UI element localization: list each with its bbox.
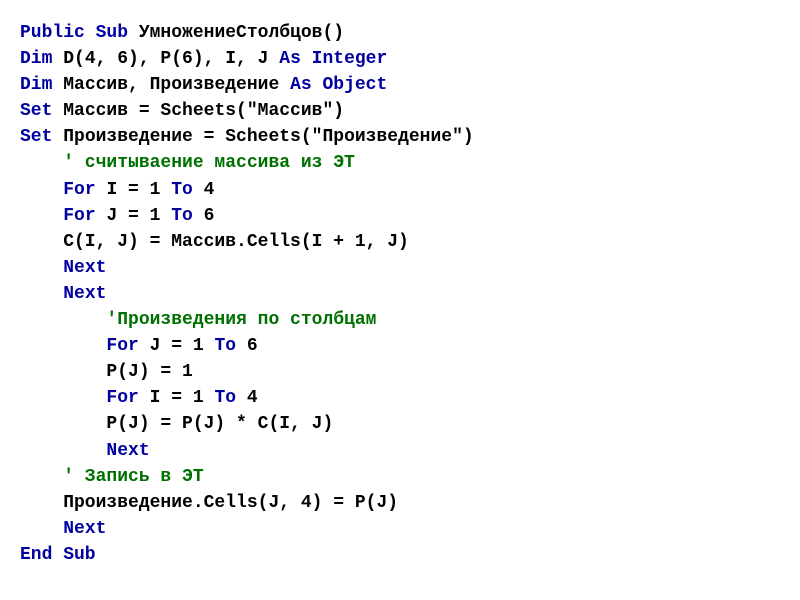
- code-line: Set Произведение = Scheets("Произведение…: [20, 124, 780, 150]
- code-line: Произведение.Cells(J, 4) = P(J): [20, 490, 780, 516]
- keyword: Set: [20, 127, 63, 147]
- code-text: P(J) = P(J) * C(I, J): [20, 414, 333, 434]
- keyword: Next: [106, 441, 149, 461]
- keyword: Dim: [20, 75, 63, 95]
- code-line: ' считываение массива из ЭТ: [20, 150, 780, 176]
- indent: [20, 388, 106, 408]
- code-text: Произведение.Cells(J, 4) = P(J): [20, 493, 398, 513]
- code-line: Next: [20, 516, 780, 542]
- code-line: Dim D(4, 6), P(6), I, J As Integer: [20, 46, 780, 72]
- keyword: For: [63, 180, 106, 200]
- keyword: Next: [63, 519, 106, 539]
- keyword: As Object: [290, 75, 387, 95]
- keyword: To: [171, 206, 203, 226]
- code-text: 4: [247, 388, 258, 408]
- indent: [20, 441, 106, 461]
- keyword: Public Sub: [20, 23, 139, 43]
- code-line: Next: [20, 438, 780, 464]
- code-block: Public Sub УмножениеСтолбцов() Dim D(4, …: [20, 20, 780, 568]
- keyword: Next: [63, 284, 106, 304]
- code-line: 'Произведения по столбцам: [20, 307, 780, 333]
- code-line: For J = 1 To 6: [20, 203, 780, 229]
- code-line: Set Массив = Scheets("Массив"): [20, 98, 780, 124]
- code-line: Next: [20, 255, 780, 281]
- keyword: To: [171, 180, 203, 200]
- keyword: For: [106, 336, 149, 356]
- code-line: P(J) = P(J) * C(I, J): [20, 411, 780, 437]
- code-text: 6: [204, 206, 215, 226]
- code-line: Next: [20, 281, 780, 307]
- code-text: Массив, Произведение: [63, 75, 290, 95]
- code-line: P(J) = 1: [20, 359, 780, 385]
- indent: [20, 336, 106, 356]
- code-line: Dim Массив, Произведение As Object: [20, 72, 780, 98]
- keyword: To: [214, 388, 246, 408]
- keyword: For: [106, 388, 149, 408]
- code-line: Public Sub УмножениеСтолбцов(): [20, 20, 780, 46]
- keyword: End Sub: [20, 545, 96, 565]
- code-text: D(4, 6), P(6), I, J: [63, 49, 279, 69]
- indent: [20, 258, 63, 278]
- keyword: Set: [20, 101, 63, 121]
- code-line: For I = 1 To 4: [20, 385, 780, 411]
- comment: ' считываение массива из ЭТ: [20, 153, 355, 173]
- code-text: 4: [204, 180, 215, 200]
- code-text: 6: [247, 336, 258, 356]
- code-line: For I = 1 To 4: [20, 177, 780, 203]
- code-line: C(I, J) = Массив.Cells(I + 1, J): [20, 229, 780, 255]
- keyword: As Integer: [279, 49, 387, 69]
- code-text: P(J) = 1: [20, 362, 193, 382]
- code-text: I = 1: [106, 180, 171, 200]
- comment: ' Запись в ЭТ: [20, 467, 204, 487]
- code-text: J = 1: [150, 336, 215, 356]
- keyword: Next: [63, 258, 106, 278]
- indent: [20, 206, 63, 226]
- code-line: End Sub: [20, 542, 780, 568]
- code-text: Произведение = Scheets("Произведение"): [63, 127, 473, 147]
- code-text: Массив = Scheets("Массив"): [63, 101, 344, 121]
- indent: [20, 519, 63, 539]
- indent: [20, 180, 63, 200]
- code-text: C(I, J) = Массив.Cells(I + 1, J): [20, 232, 409, 252]
- keyword: To: [214, 336, 246, 356]
- indent: [20, 284, 63, 304]
- code-line: ' Запись в ЭТ: [20, 464, 780, 490]
- keyword: For: [63, 206, 106, 226]
- comment: 'Произведения по столбцам: [20, 310, 376, 330]
- code-text: I = 1: [150, 388, 215, 408]
- code-text: J = 1: [106, 206, 171, 226]
- code-line: For J = 1 To 6: [20, 333, 780, 359]
- keyword: Dim: [20, 49, 63, 69]
- code-text: УмножениеСтолбцов(): [139, 23, 344, 43]
